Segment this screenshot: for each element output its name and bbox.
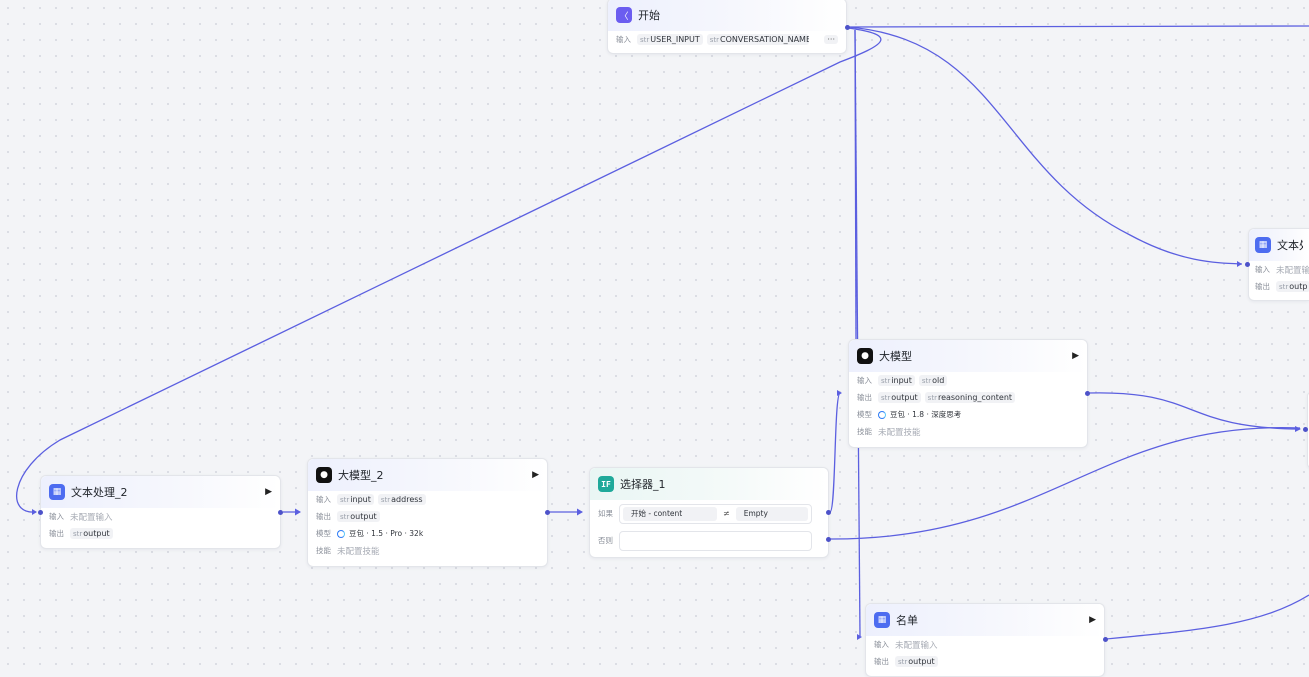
condition-operator: ≠ — [723, 509, 730, 518]
text-process-right-input-port[interactable] — [1245, 262, 1250, 267]
edge-list-to-right — [1105, 594, 1309, 640]
arrow-selector — [577, 508, 583, 516]
text-process-icon: ▦ — [49, 484, 65, 500]
start-node-header: 〈 开始 — [608, 0, 846, 31]
edge-start-to-right — [847, 25, 1309, 28]
input-row: 输入 未配置输 — [1255, 265, 1309, 276]
output-row: 输出 str output str reasoning_content — [849, 389, 1087, 406]
model-row: 模型 豆包 · 1.5 · Pro · 32k — [316, 529, 424, 538]
output-tag: str output — [895, 656, 938, 667]
list-title: 名单 — [896, 614, 918, 627]
input-tag: str input — [878, 375, 915, 386]
edge-start-to-textproc-right — [847, 26, 1243, 265]
else-row: 否则 — [590, 527, 828, 554]
more-button[interactable]: ··· — [824, 35, 838, 44]
input-tag: str input — [337, 494, 374, 505]
output-tag: str reasoning_content — [924, 392, 1016, 403]
arrow-textproc2 — [32, 509, 37, 515]
if-icon: IF — [598, 476, 614, 492]
skill-row: 技能 未配置技能 — [857, 427, 921, 438]
start-input-row: 输入 str USER_INPUT str CONVERSATION_NAME ··… — [608, 31, 846, 48]
condition-right: Empty — [735, 506, 808, 521]
output-row: 输出 str output — [41, 525, 280, 542]
run-button[interactable]: ▶ — [265, 487, 272, 497]
selector-1-node[interactable]: IF 选择器_1 如果 开始 - content ≠ Empty 否则 — [589, 467, 829, 558]
arrow-list — [857, 634, 862, 640]
selector-if-port[interactable] — [826, 510, 831, 515]
llm-2-node[interactable]: ● 大模型_2 ▶ 输入 str input str address 输出 str o… — [307, 458, 548, 567]
input-row: 输入 str input str address — [308, 491, 547, 508]
input-tag: str USER_INPUT — [637, 34, 703, 45]
edge-start-to-textproc2 — [16, 27, 882, 513]
list-header: ▦ 名单 ▶ — [866, 604, 1104, 636]
output-tag: str output — [337, 511, 380, 522]
edge-start-to-llm — [854, 29, 857, 343]
list-node[interactable]: ▦ 名单 ▶ 输入 未配置输入 输出 str output — [865, 603, 1105, 677]
run-button[interactable]: ▶ — [532, 470, 539, 480]
llm-2-output-port[interactable] — [545, 510, 550, 515]
start-output-port[interactable] — [845, 25, 850, 30]
text-process-2-header: ▦ 文本处理_2 ▶ — [41, 476, 280, 508]
edge-start-to-list — [854, 29, 861, 637]
llm-node[interactable]: ● 大模型 ▶ 输入 str input str old 输出 str output … — [848, 339, 1088, 448]
text-process-right-node[interactable]: ▦ 文本处 输入 未配置输 输出 stroutp — [1248, 228, 1309, 301]
text-process-right-header: ▦ 文本处 — [1249, 229, 1309, 261]
start-node[interactable]: 〈 开始 输入 str USER_INPUT str CONVERSATION_NA… — [607, 0, 847, 54]
else-box[interactable] — [619, 530, 812, 551]
start-icon: 〈 — [616, 7, 632, 23]
output-row: 输出 str output — [308, 508, 547, 525]
skill-row: 技能 未配置技能 — [316, 546, 380, 557]
run-button[interactable]: ▶ — [1072, 351, 1079, 361]
selector-else-port[interactable] — [826, 537, 831, 542]
start-node-title: 开始 — [638, 9, 660, 22]
text-process-2-output-port[interactable] — [278, 510, 283, 515]
if-row: 如果 开始 - content ≠ Empty — [590, 500, 828, 527]
text-process-icon: ▦ — [1255, 237, 1271, 253]
llm-2-title: 大模型_2 — [338, 469, 384, 482]
output-tag: str output — [70, 528, 113, 539]
text-process-2-input-port[interactable] — [38, 510, 43, 515]
arrow-right — [1295, 426, 1301, 432]
output-row: 输出 str output — [866, 653, 1104, 670]
llm-output-port[interactable] — [1085, 391, 1090, 396]
text-process-icon: ▦ — [874, 612, 890, 628]
arrow-textproc-right — [1237, 261, 1242, 267]
selector-1-title: 选择器_1 — [620, 478, 666, 491]
model-row: 模型 豆包 · 1.8 · 深度思考 — [857, 410, 962, 419]
arrow-llm2 — [295, 508, 301, 516]
input-tag: str address — [377, 494, 426, 505]
right-node-input-port[interactable] — [1303, 427, 1308, 432]
output-tag: str output — [878, 392, 921, 403]
input-row: 输入 str input str old — [849, 372, 1087, 389]
input-tag: str old — [918, 375, 948, 386]
input-tag: str CONVERSATION_NAME — [706, 34, 809, 45]
output-row: 输出 str outp — [1249, 278, 1309, 295]
input-row: 输入 未配置输入 — [874, 640, 938, 651]
list-output-port[interactable] — [1103, 637, 1108, 642]
condition-box[interactable]: 开始 - content ≠ Empty — [619, 503, 812, 524]
text-process-2-title: 文本处理_2 — [71, 486, 128, 499]
llm-header: ● 大模型 ▶ — [849, 340, 1087, 372]
edge-layer — [16, 25, 1309, 640]
input-row: 输入 未配置输入 — [49, 512, 113, 523]
output-tag: str outp — [1276, 281, 1309, 292]
llm-title: 大模型 — [879, 350, 912, 363]
llm-2-header: ● 大模型_2 ▶ — [308, 459, 547, 491]
doubao-icon — [337, 529, 345, 538]
text-process-2-node[interactable]: ▦ 文本处理_2 ▶ 输入 未配置输入 输出 str output — [40, 475, 281, 549]
run-button[interactable]: ▶ — [1089, 615, 1096, 625]
arrow-llm — [837, 390, 842, 396]
llm-icon: ● — [316, 467, 332, 483]
selector-1-header: IF 选择器_1 — [590, 468, 828, 500]
text-process-right-title: 文本处 — [1277, 239, 1303, 252]
edge-selector-if-to-llm — [829, 392, 841, 513]
llm-icon: ● — [857, 348, 873, 364]
condition-left: 开始 - content — [623, 506, 717, 521]
doubao-icon — [878, 410, 886, 419]
edge-llm-to-right — [1087, 392, 1301, 430]
